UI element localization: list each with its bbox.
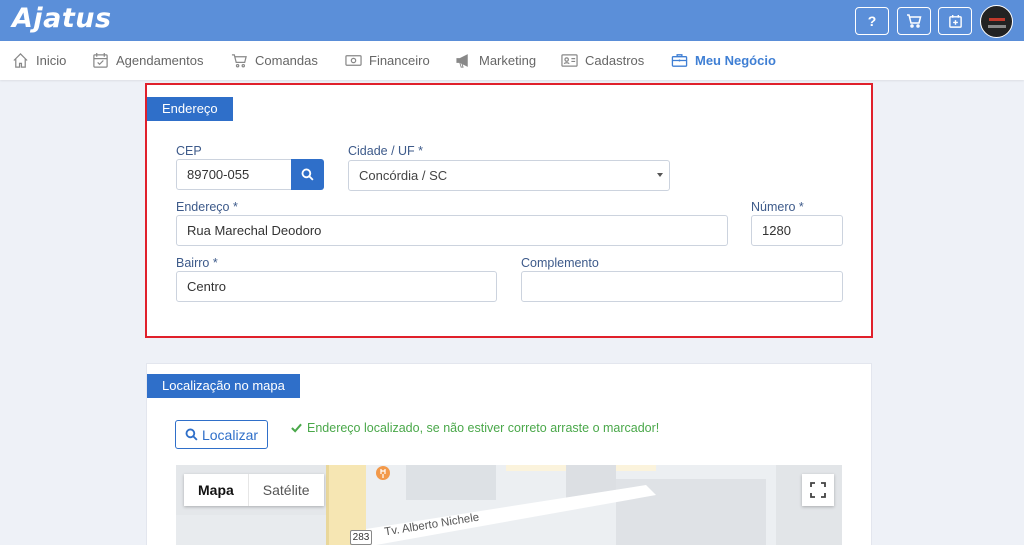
map-view[interactable]: Mapa Satélite Tv. Alberto Nichele 283	[176, 465, 842, 545]
district-input[interactable]: Centro	[176, 271, 497, 302]
number-input[interactable]: 1280	[751, 215, 843, 246]
briefcase-icon	[671, 54, 688, 67]
cart-icon	[907, 14, 922, 28]
complement-input[interactable]	[521, 271, 843, 302]
help-icon: ?	[867, 13, 877, 29]
location-status: Endereço localizado, se não estiver corr…	[291, 421, 659, 435]
search-icon	[301, 168, 314, 181]
cart-button[interactable]	[897, 7, 931, 35]
nav-item-label: Agendamentos	[116, 53, 204, 68]
nav-item-label: Meu Negócio	[695, 53, 776, 68]
fullscreen-icon	[810, 482, 826, 498]
nav-item-label: Financeiro	[369, 53, 430, 68]
map-type-toggle: Mapa Satélite	[184, 474, 324, 506]
nav-item-inicio[interactable]: Inicio	[12, 52, 66, 69]
locate-button-label: Localizar	[201, 426, 259, 443]
city-select[interactable]: Concórdia / SC	[348, 160, 670, 191]
nav-item-comandas[interactable]: Comandas	[231, 52, 318, 69]
map-block	[176, 515, 326, 545]
nav-item-label: Marketing	[479, 53, 537, 68]
location-tab: Localização no mapa	[147, 374, 300, 398]
help-button[interactable]: ?	[855, 7, 889, 35]
cep-input[interactable]: 89700-055	[176, 159, 292, 190]
map-main-road-edge	[326, 465, 329, 545]
map-route-shield: 283	[350, 530, 372, 545]
map-type-satellite-button[interactable]: Satélite	[247, 474, 324, 506]
money-icon	[345, 55, 362, 66]
location-status-text: Endereço localizado, se não estiver corr…	[307, 421, 660, 435]
street-label: Endereço *	[176, 200, 238, 214]
cart-icon	[231, 54, 247, 68]
district-label: Bairro *	[176, 256, 218, 270]
avatar-logo-text	[988, 25, 1006, 28]
calendar-add-button[interactable]	[938, 7, 972, 35]
address-tab: Endereço	[147, 97, 233, 121]
complement-label: Complemento	[521, 256, 599, 270]
street-input[interactable]: Rua Marechal Deodoro	[176, 215, 728, 246]
fullscreen-button[interactable]	[802, 474, 834, 506]
nav-item-financeiro[interactable]: Financeiro	[345, 52, 430, 69]
city-label: Cidade / UF *	[348, 144, 424, 158]
city-select-value: Concórdia / SC	[359, 168, 448, 183]
map-block	[406, 465, 496, 500]
search-icon	[185, 428, 198, 441]
locate-button[interactable]: Localizar	[175, 420, 268, 449]
nav-item-agendamentos[interactable]: Agendamentos	[92, 52, 203, 69]
check-icon	[291, 423, 302, 433]
nav-item-cadastros[interactable]: Cadastros	[561, 52, 644, 69]
cep-label: CEP	[176, 144, 202, 158]
app-logo[interactable]: Ajatus	[12, 3, 112, 34]
id-card-icon	[561, 54, 578, 67]
map-poi-marker	[376, 466, 390, 480]
calendar-add-icon	[948, 14, 962, 28]
main-nav: Inicio Agendamentos Comandas Financeiro …	[0, 41, 1024, 80]
cep-search-button[interactable]	[291, 159, 324, 190]
top-bar: Ajatus ?	[0, 0, 1024, 41]
nav-item-meu-negocio[interactable]: Meu Negócio	[671, 52, 776, 69]
nav-item-marketing[interactable]: Marketing	[455, 52, 536, 69]
map-type-map-button[interactable]: Mapa	[184, 474, 248, 506]
calendar-check-icon	[93, 52, 108, 68]
chevron-down-icon	[657, 173, 663, 177]
home-icon	[13, 53, 28, 68]
megaphone-icon	[456, 54, 468, 68]
avatar[interactable]	[980, 5, 1013, 38]
nav-item-label: Comandas	[255, 53, 318, 68]
nav-item-label: Cadastros	[585, 53, 645, 68]
nav-item-label: Inicio	[36, 53, 67, 68]
avatar-logo-mark	[989, 18, 1005, 21]
number-label: Número *	[751, 200, 804, 214]
